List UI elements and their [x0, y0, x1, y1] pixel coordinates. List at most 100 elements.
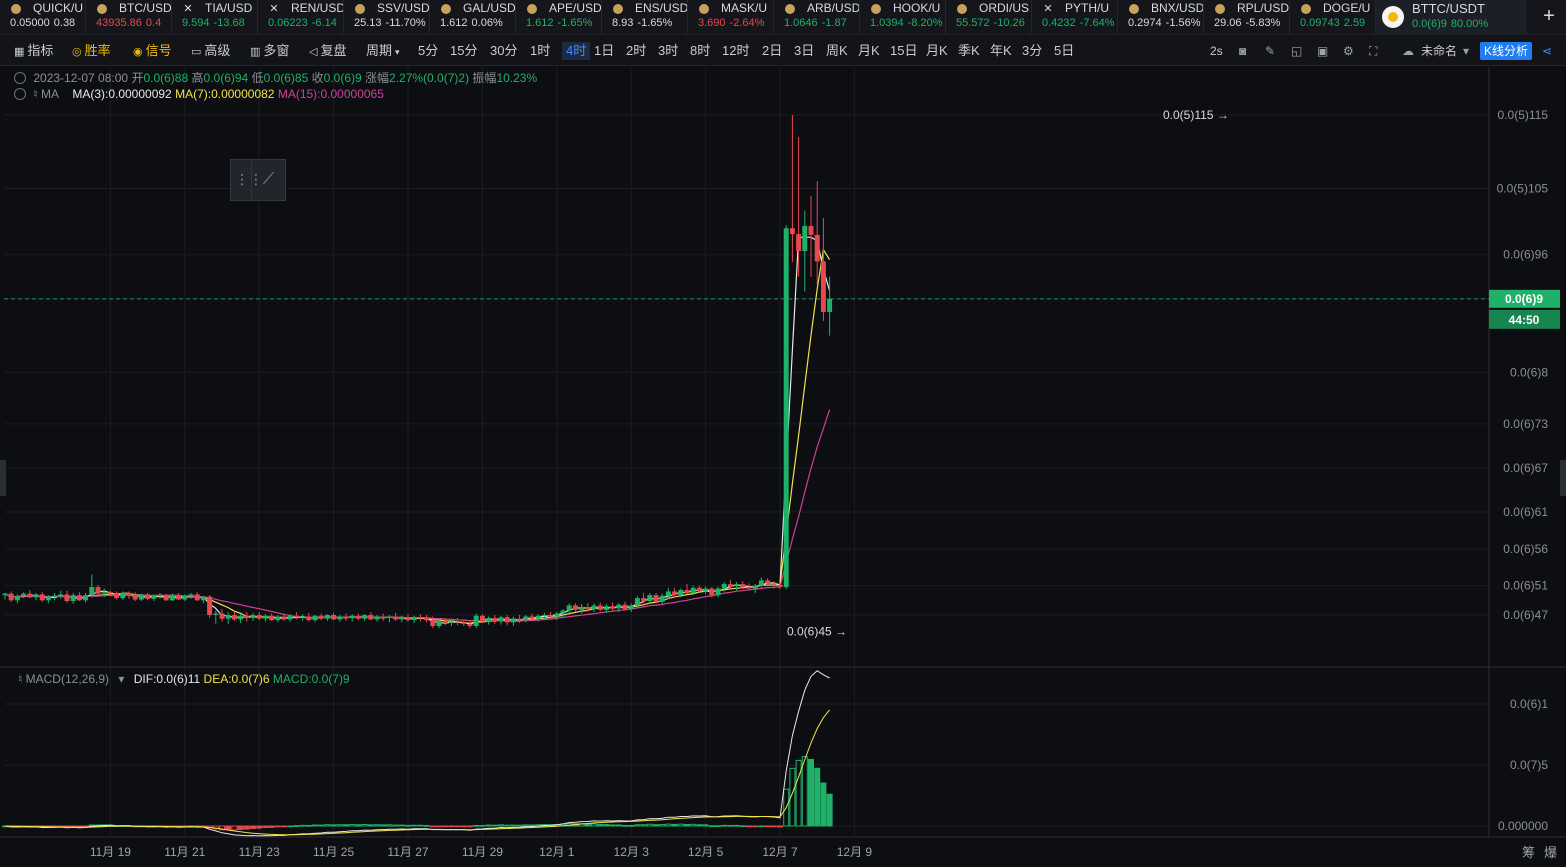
ticker-tab[interactable]: RPL/USD 29.06 -5.83% — [1204, 0, 1290, 35]
macd-axis-label: 0.0(6)1 — [1510, 697, 1548, 711]
win-rate-button[interactable]: ◎ 胜率 — [72, 42, 111, 60]
candle-body — [535, 615, 541, 619]
time-axis-label: 11月 19 — [90, 845, 131, 859]
left-panel-handle[interactable] — [0, 460, 6, 496]
ticker-tab[interactable]: HOOK/U 1.0394 -8.20% — [860, 0, 946, 35]
interval-button[interactable]: 15分 — [450, 42, 477, 60]
ticker-tab[interactable]: DOGE/U 0.09743 2.59 — [1290, 0, 1376, 35]
screen-icon[interactable]: ▣ — [1317, 42, 1328, 60]
period-dropdown[interactable]: 周期 ▾ — [366, 42, 400, 60]
interval-button[interactable]: 1时 — [530, 42, 550, 60]
candle-body — [349, 615, 355, 618]
macd-histogram-bar — [770, 825, 777, 828]
ticker-tab[interactable]: SSV/USD 25.13 -11.70% — [344, 0, 430, 35]
coin-icon — [957, 4, 967, 14]
macd-histogram-bar — [640, 824, 647, 827]
interval-button[interactable]: 30分 — [490, 42, 517, 60]
bell-icon[interactable]: ♮ — [18, 672, 22, 686]
ticker-price: 9.594 — [182, 17, 210, 29]
right-panel-handle[interactable] — [1560, 460, 1566, 496]
bell-icon[interactable]: ♮ — [33, 87, 37, 101]
ticker-tab[interactable]: ENS/USD 8.93 -1.65% — [602, 0, 688, 35]
interval-button[interactable]: 年K — [990, 42, 1012, 60]
ticker-price: 29.06 — [1214, 17, 1242, 29]
ticker-tab[interactable]: QUICK/U 0.05000 0.38 — [0, 0, 86, 35]
candle-body — [597, 605, 603, 610]
candle-body — [628, 605, 634, 610]
fullscreen-icon[interactable]: ⛶ — [1369, 42, 1377, 60]
interval-button[interactable]: 4时 — [562, 42, 591, 60]
interval-button[interactable]: 月K — [858, 42, 880, 60]
ticker-tab[interactable]: GAL/USD 1.612 0.06% — [430, 0, 516, 35]
indicators-button[interactable]: ▦ 指标 — [14, 42, 53, 60]
share-icon[interactable]: ⋖ — [1542, 42, 1552, 60]
ticker-change: -1.65% — [557, 17, 593, 29]
macd-histogram-bar — [733, 824, 740, 827]
ticker-symbol: DOGE/U — [1323, 1, 1371, 15]
ticker-tab[interactable]: BTC/USD 43935.86 0.4 — [86, 0, 172, 35]
interval-button[interactable]: 3分 — [1022, 42, 1042, 60]
replay-button[interactable]: ◁ 复盘 — [309, 42, 346, 60]
ticker-tab[interactable]: ✕ TIA/USD 9.594 -13.68 — [172, 0, 258, 35]
multi-window-button[interactable]: ▥ 多窗 — [250, 42, 289, 60]
macd-histogram-bar — [429, 825, 436, 828]
ticker-tab[interactable]: BNX/USD 0.2974 -1.56% — [1118, 0, 1204, 35]
refresh-interval[interactable]: 2s — [1210, 42, 1223, 60]
chevron-down-icon[interactable]: ▾ — [1463, 42, 1469, 60]
interval-button[interactable]: 5分 — [418, 42, 438, 60]
interval-button[interactable]: 5日 — [1054, 42, 1074, 60]
candle-body — [541, 615, 547, 616]
ticker-symbol: RPL/USD — [1237, 1, 1290, 15]
gear-icon[interactable]: ⚙ — [1343, 42, 1354, 60]
advanced-button[interactable]: ▭ 高级 — [191, 42, 230, 60]
layout-name[interactable]: 未命名 — [1421, 42, 1457, 60]
camera-icon[interactable]: ◙ — [1239, 42, 1246, 60]
chevron-down-icon[interactable]: ▾ — [118, 672, 124, 686]
coin-icon — [1129, 4, 1139, 14]
interval-button[interactable]: 2日 — [762, 42, 782, 60]
kline-analysis-button[interactable]: K线分析 — [1480, 42, 1533, 60]
ticker-price: 55.572 — [956, 17, 990, 29]
ticker-tab[interactable]: ✕ REN/USD 0.06223 -6.14 — [258, 0, 344, 35]
signals-button[interactable]: ◉ 信号 — [133, 42, 172, 60]
interval-button[interactable]: 8时 — [690, 42, 710, 60]
chart-area[interactable]: 0.0(5)115 0.0(5)105 0.0(6)96 0.0(6)8 0.0(6)7… — [0, 67, 1566, 867]
drawing-toolbox[interactable]: ⋮⋮ ⟋ — [230, 159, 286, 201]
interval-button[interactable]: 12时 — [722, 42, 749, 60]
ticker-quote: 1.612 -1.65% — [526, 17, 592, 29]
interval-button[interactable]: 季K — [958, 42, 980, 60]
ticker-tab[interactable]: ✕ PYTH/U 0.4232 -7.64% — [1032, 0, 1118, 35]
ticker-tab-active[interactable]: BTTC/USDT 0.0(6)9 80.00% — [1376, 0, 1526, 35]
macd-histogram-bar — [814, 767, 821, 827]
collapse-icon[interactable] — [14, 72, 26, 84]
ticker-tab[interactable]: MASK/U 3.690 -2.64% — [688, 0, 774, 35]
ticker-symbol: ARB/USD — [807, 1, 860, 15]
add-tab-button[interactable]: + — [1532, 0, 1566, 35]
macd-histogram-bar — [498, 824, 504, 827]
change-label: 涨幅 — [365, 71, 390, 85]
ticker-price: 0.2974 — [1128, 17, 1162, 29]
interval-button[interactable]: 1日 — [594, 42, 614, 60]
candle-body — [64, 594, 70, 602]
candle-body — [101, 592, 107, 594]
ticker-tab[interactable]: APE/USD 1.612 -1.65% — [516, 0, 602, 35]
ticker-tab[interactable]: ARB/USD 1.0646 -1.87 — [774, 0, 860, 35]
interval-button[interactable]: 2时 — [626, 42, 646, 60]
ticker-tab[interactable]: ORDI/US 55.572 -10.26 — [946, 0, 1032, 35]
trend-line-icon[interactable]: ⟋ — [251, 162, 285, 198]
pencil-icon[interactable]: ✎ — [1265, 42, 1275, 60]
candle-body — [225, 615, 231, 619]
collapse-icon[interactable] — [14, 88, 26, 100]
price-axis-label: 0.0(6)51 — [1503, 579, 1548, 593]
interval-button[interactable]: 月K — [926, 42, 948, 60]
interval-button[interactable]: 3时 — [658, 42, 678, 60]
interval-button[interactable]: 15日 — [890, 42, 917, 60]
macd-histogram-bar — [584, 823, 591, 827]
candle-body — [293, 615, 299, 618]
interval-button[interactable]: 3日 — [794, 42, 814, 60]
candle-body — [430, 620, 436, 627]
window-icon[interactable]: ◱ — [1291, 42, 1302, 60]
interval-button[interactable]: 周K — [826, 42, 848, 60]
candle-body — [343, 616, 349, 618]
cloud-icon[interactable]: ☁ — [1402, 42, 1414, 60]
